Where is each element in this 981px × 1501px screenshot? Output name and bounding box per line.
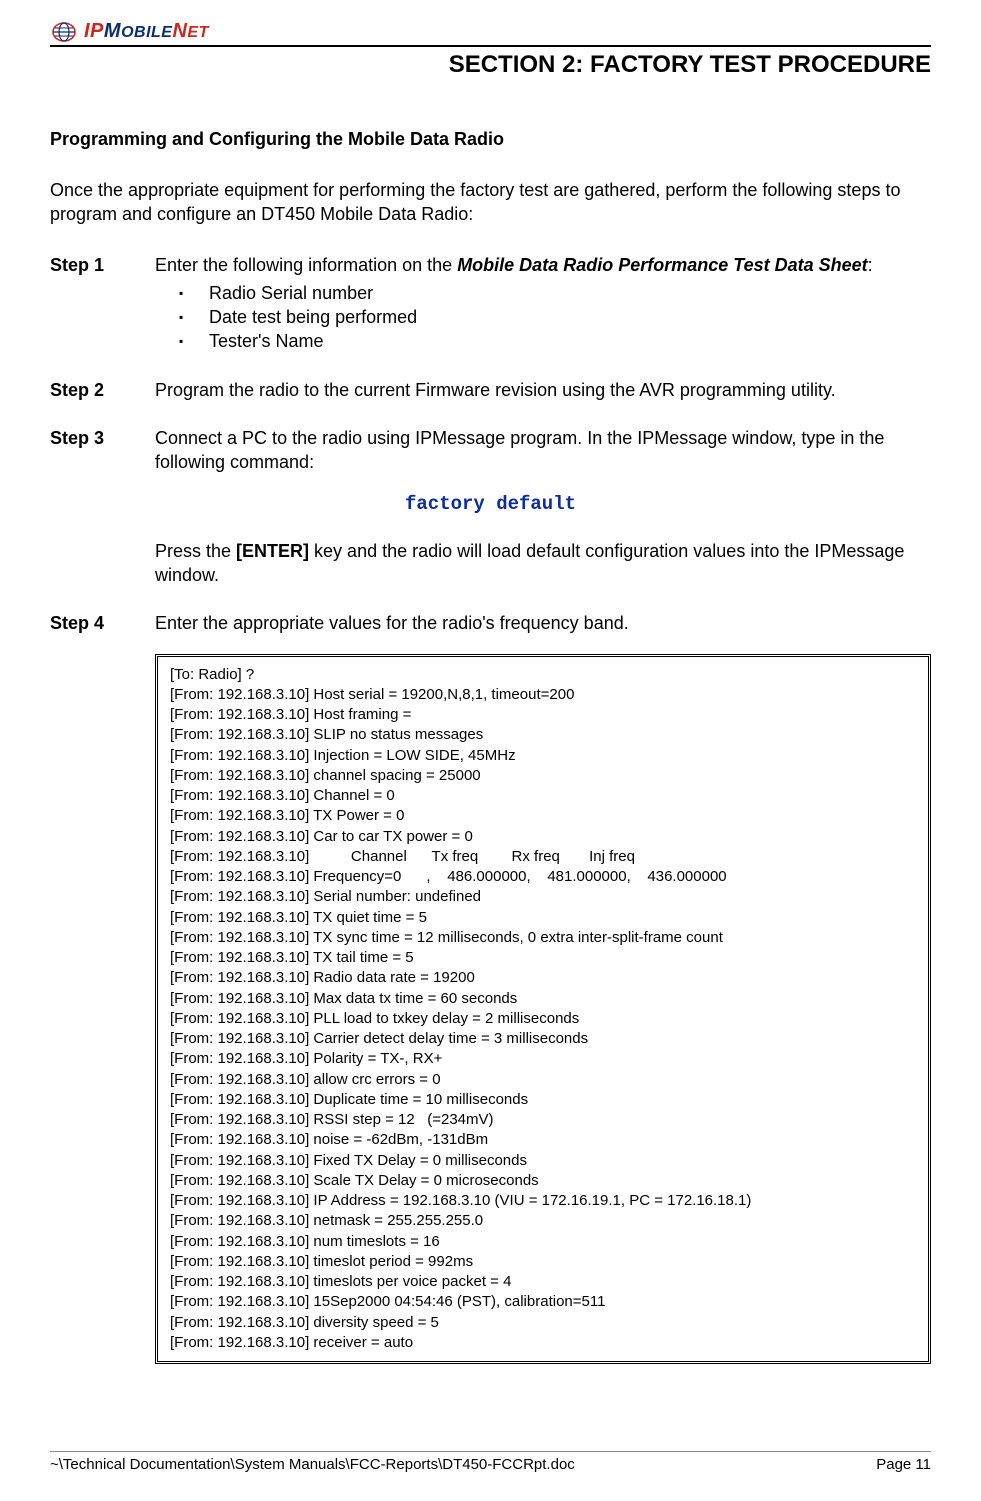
globe-icon <box>50 21 80 43</box>
command-text: factory default <box>50 493 931 515</box>
list-item: Tester's Name <box>155 329 931 353</box>
document-page: IPMOBILENET SECTION 2: FACTORY TEST PROC… <box>0 0 981 1501</box>
step-3-continued: Press the [ENTER] key and the radio will… <box>50 539 931 588</box>
datasheet-name: Mobile Data Radio Performance Test Data … <box>457 255 867 275</box>
list-item: Radio Serial number <box>155 281 931 305</box>
step-text: Program the radio to the current Firmwar… <box>155 378 931 402</box>
enter-key: [ENTER] <box>236 541 309 561</box>
page-footer: ~\Technical Documentation\System Manuals… <box>50 1451 931 1473</box>
step-label: Step 3 <box>50 426 155 450</box>
step-1: Step 1 Enter the following information o… <box>50 253 931 354</box>
footer-path: ~\Technical Documentation\System Manuals… <box>50 1456 575 1473</box>
terminal-output: [To: Radio] ? [From: 192.168.3.10] Host … <box>155 654 931 1365</box>
footer-page: Page 11 <box>876 1456 931 1473</box>
step-label: Step 4 <box>50 611 155 635</box>
step1-bullets: Radio Serial number Date test being perf… <box>155 281 931 354</box>
step-3: Step 3 Connect a PC to the radio using I… <box>50 426 931 475</box>
step-text: Enter the following information on the M… <box>155 253 931 277</box>
step-label: Step 1 <box>50 253 155 277</box>
list-item: Date test being performed <box>155 305 931 329</box>
step-text: Connect a PC to the radio using IPMessag… <box>155 426 931 475</box>
step-label: Step 2 <box>50 378 155 402</box>
brand-logo: IPMOBILENET <box>50 20 209 43</box>
step-4-terminal-row: [To: Radio] ? [From: 192.168.3.10] Host … <box>50 650 931 1365</box>
logo-text: IPMOBILENET <box>84 20 209 43</box>
intro-paragraph: Once the appropriate equipment for perfo… <box>50 178 931 227</box>
step-text: Enter the appropriate values for the rad… <box>155 611 931 635</box>
section-title: SECTION 2: FACTORY TEST PROCEDURE <box>50 51 931 79</box>
step-text: Press the [ENTER] key and the radio will… <box>155 539 931 588</box>
step-2: Step 2 Program the radio to the current … <box>50 378 931 402</box>
page-header: IPMOBILENET <box>50 20 931 47</box>
subheading: Programming and Configuring the Mobile D… <box>50 129 931 150</box>
step-4: Step 4 Enter the appropriate values for … <box>50 611 931 635</box>
